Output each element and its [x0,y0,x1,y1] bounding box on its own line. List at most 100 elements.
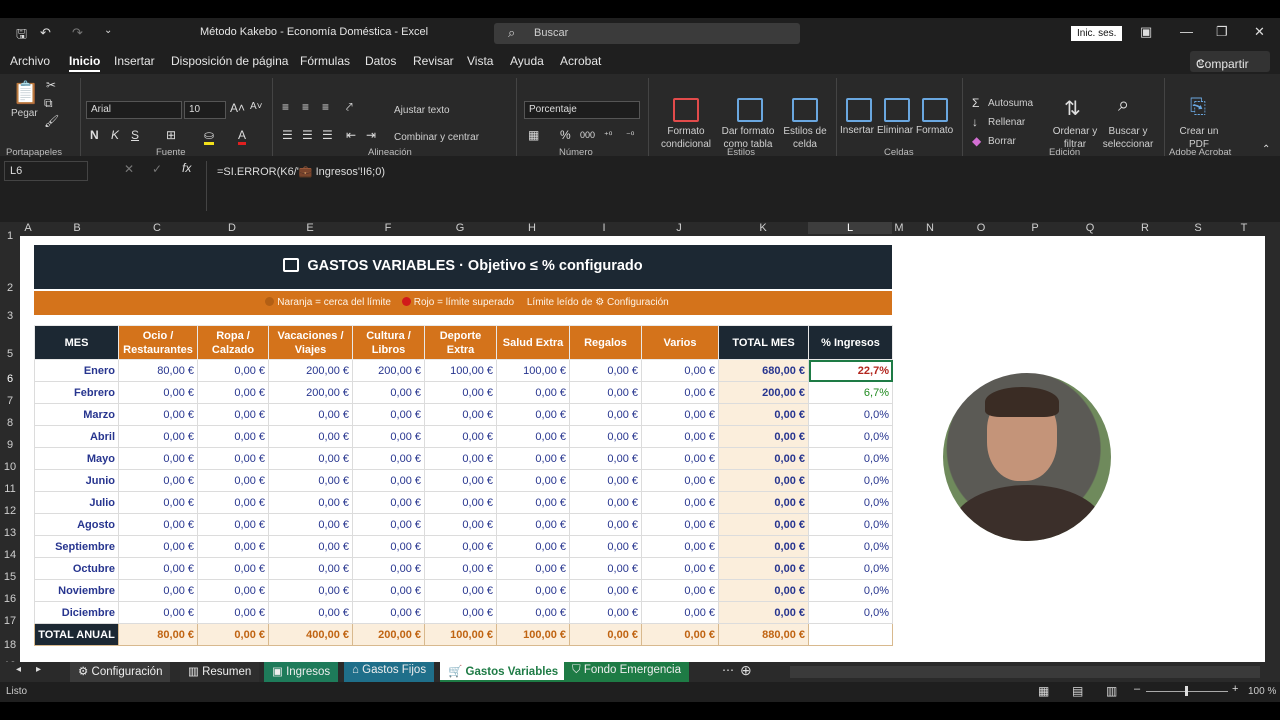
expense-cell[interactable]: 0,00 € [641,359,719,382]
percent-income-cell[interactable]: 0,0% [808,557,893,580]
expense-cell[interactable]: 0,00 € [496,601,570,624]
expense-cell[interactable]: 100,00 € [496,359,570,382]
vertical-scrollbar[interactable] [1265,222,1280,666]
format-cells-button[interactable]: Formato [916,125,953,136]
expense-cell[interactable]: 0,00 € [197,513,269,536]
expense-cell[interactable]: 0,00 € [496,469,570,492]
sheet-tab[interactable]: ⌂ Gastos Fijos [344,662,435,682]
expense-cell[interactable]: 0,00 € [569,579,642,602]
expense-cell[interactable]: 0,00 € [641,491,719,514]
row-header[interactable]: 6 [0,373,20,385]
worksheet[interactable]: GASTOS VARIABLES · Objetivo ≤ % configur… [20,236,1265,666]
eraser-icon[interactable]: ◆ [972,134,981,148]
percent-income-cell[interactable]: 6,7% [808,381,893,404]
expense-cell[interactable]: 0,00 € [352,491,425,514]
month-cell[interactable]: Octubre [34,557,119,580]
currency-icon[interactable]: ▦ [528,128,539,142]
expense-cell[interactable]: 0,00 € [118,469,198,492]
annual-label-cell[interactable]: TOTAL ANUAL [34,623,119,646]
expense-cell[interactable]: 0,00 € [197,535,269,558]
percent-icon[interactable]: % [560,128,571,142]
expense-cell[interactable]: 0,00 € [197,359,269,382]
fill-icon[interactable]: ↓ [972,115,978,129]
sheet-tab[interactable]: ▥ Resumen [180,662,260,682]
expense-cell[interactable]: 0,00 € [197,447,269,470]
font-size-combo[interactable]: 10 [184,101,226,119]
percent-income-cell[interactable]: 22,7% [808,359,893,382]
expense-cell[interactable]: 0,00 € [352,557,425,580]
row-header[interactable]: 15 [0,571,20,583]
percent-income-cell[interactable]: 0,0% [808,601,893,624]
annual-expense-cell[interactable]: 0,00 € [197,623,269,646]
expense-cell[interactable]: 0,00 € [352,447,425,470]
expense-cell[interactable]: 0,00 € [424,557,497,580]
total-month-cell[interactable]: 0,00 € [718,535,809,558]
tab-inicio[interactable]: Inicio [69,54,101,72]
month-cell[interactable]: Julio [34,491,119,514]
month-cell[interactable]: Febrero [34,381,119,404]
expense-cell[interactable]: 0,00 € [569,381,642,404]
annual-expense-cell[interactable]: 200,00 € [352,623,425,646]
insert-cells-icon[interactable] [846,98,872,122]
expense-cell[interactable]: 0,00 € [268,403,353,426]
expense-cell[interactable]: 0,00 € [352,403,425,426]
more-sheets-icon[interactable]: ⋯ [722,663,734,677]
expense-cell[interactable]: 0,00 € [268,491,353,514]
tab-insertar[interactable]: Insertar [114,54,155,68]
expense-cell[interactable]: 0,00 € [496,381,570,404]
column-header[interactable]: R [1118,222,1172,234]
expense-cell[interactable]: 0,00 € [496,425,570,448]
close-icon[interactable]: ✕ [1254,24,1265,40]
expense-cell[interactable]: 0,00 € [641,403,719,426]
expense-cell[interactable]: 0,00 € [118,579,198,602]
italic-icon[interactable]: K [111,128,119,142]
expense-cell[interactable]: 200,00 € [268,381,353,404]
format-table-icon[interactable] [737,98,763,122]
align-middle-icon[interactable]: ≡ [302,100,309,114]
expense-cell[interactable]: 0,00 € [268,447,353,470]
month-cell[interactable]: Abril [34,425,119,448]
month-cell[interactable]: Noviembre [34,579,119,602]
expense-cell[interactable]: 0,00 € [352,513,425,536]
expense-cell[interactable]: 0,00 € [424,381,497,404]
delete-cells-button[interactable]: Eliminar [877,125,913,136]
zoom-slider-thumb[interactable] [1185,686,1188,696]
expense-cell[interactable]: 0,00 € [424,403,497,426]
format-painter-icon[interactable]: 🖌 [44,114,59,128]
expense-cell[interactable]: 0,00 € [197,557,269,580]
font-color-icon[interactable]: A [238,128,247,145]
expense-cell[interactable]: 0,00 € [569,425,642,448]
row-header[interactable]: 16 [0,593,20,605]
insert-function-icon[interactable]: fx [182,161,191,175]
expense-cell[interactable]: 0,00 € [197,601,269,624]
empty-cell[interactable] [808,623,893,646]
expense-cell[interactable]: 0,00 € [118,513,198,536]
page-layout-icon[interactable]: ▤ [1072,684,1083,698]
expense-cell[interactable]: 0,00 € [268,469,353,492]
minimize-icon[interactable]: — [1180,24,1193,39]
delete-cells-icon[interactable] [884,98,910,122]
percent-income-cell[interactable]: 0,0% [808,535,893,558]
column-header[interactable]: J [640,222,718,234]
tab-ayuda[interactable]: Ayuda [510,54,544,68]
bold-icon[interactable]: N [90,128,99,142]
next-sheet-icon[interactable]: ▸ [36,664,41,675]
total-month-cell[interactable]: 0,00 € [718,579,809,602]
expense-cell[interactable]: 0,00 € [569,403,642,426]
format-cells-icon[interactable] [922,98,948,122]
increase-decimal-icon[interactable]: ⁺⁰ [604,130,612,141]
row-header[interactable]: 5 [0,348,20,360]
month-cell[interactable]: Agosto [34,513,119,536]
find-select-icon[interactable]: ⌕ [1118,94,1129,117]
column-header[interactable]: O [954,222,1008,234]
expense-cell[interactable]: 0,00 € [352,601,425,624]
expense-cell[interactable]: 0,00 € [569,513,642,536]
total-month-cell[interactable]: 0,00 € [718,601,809,624]
zoom-in-icon[interactable]: + [1232,683,1238,695]
expense-cell[interactable]: 0,00 € [118,425,198,448]
column-header[interactable]: M [892,222,906,234]
increase-indent-icon[interactable]: ⇥ [366,128,376,142]
column-header[interactable]: Q [1062,222,1118,234]
total-month-cell[interactable]: 0,00 € [718,403,809,426]
copy-icon[interactable]: ⧉ [44,96,53,111]
